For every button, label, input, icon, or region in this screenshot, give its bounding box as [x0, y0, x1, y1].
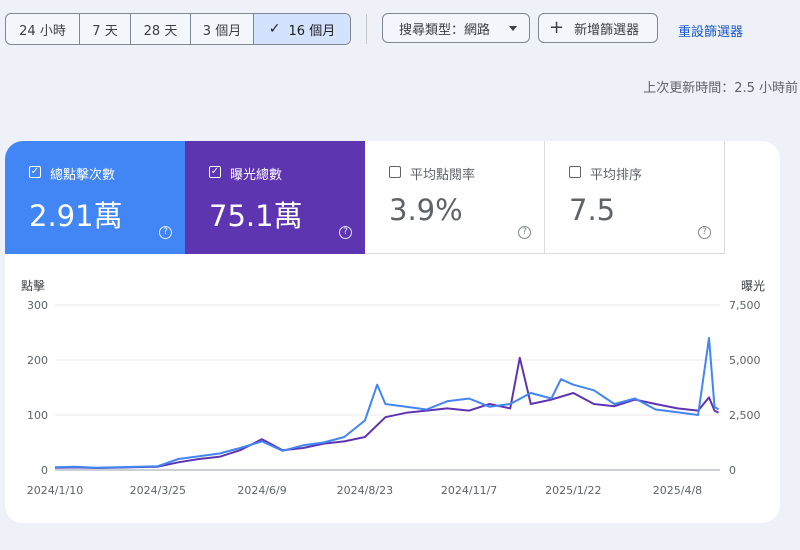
metric-label: 平均排序	[590, 168, 643, 183]
y-right-tick-label: 5,000	[729, 354, 761, 367]
x-tick-label: 2024/11/7	[441, 484, 497, 497]
y-left-tick-label: 0	[41, 464, 48, 477]
performance-chart: 點擊 曝光 0 100 200 300 0 2,500 5,000 7,500 2024/1/10 2…	[5, 265, 780, 515]
range-label: 7 天	[92, 23, 118, 39]
checkbox-unchecked-icon[interactable]	[389, 166, 401, 178]
range-24h-button[interactable]: 24 小時	[6, 14, 80, 44]
metric-label: 平均點閱率	[410, 168, 476, 183]
y-left-tick-label: 200	[27, 354, 48, 367]
line-chart: 點擊 曝光 0 100 200 300 0 2,500 5,000 7,500 2024/1/10 2…	[21, 278, 765, 497]
metric-tile-clicks[interactable]: ✓ 總點擊次數 2.91萬 ?	[5, 141, 185, 254]
y-right-tick-label: 7,500	[729, 299, 761, 312]
checkbox-checked-icon[interactable]: ✓	[29, 166, 41, 178]
dropdown-caret-icon	[509, 26, 517, 31]
add-filter-button[interactable]: + 新增篩選器	[538, 13, 658, 43]
search-type-label: 搜尋類型：網路	[399, 22, 491, 38]
range-label: 16 個月	[288, 23, 336, 39]
date-range-selector: 24 小時 7 天 28 天 3 個月 ✓ 16 個月	[5, 13, 351, 45]
help-icon[interactable]: ?	[698, 226, 711, 239]
metric-value: 2.91萬	[29, 199, 123, 233]
metric-tile-impressions[interactable]: ✓ 曝光總數 75.1萬 ?	[185, 141, 365, 254]
y-left-axis-title: 點擊	[21, 278, 45, 293]
x-tick-label: 2025/4/8	[653, 484, 702, 497]
checkbox-unchecked-icon[interactable]	[569, 166, 581, 178]
metric-label: 總點擊次數	[50, 168, 116, 183]
y-right-axis-title: 曝光	[741, 279, 765, 293]
checkbox-checked-icon[interactable]: ✓	[209, 166, 221, 178]
last-updated-text: 上次更新時間：2.5 小時前	[643, 81, 798, 96]
y-right-tick-label: 0	[729, 464, 736, 477]
help-icon[interactable]: ?	[518, 226, 531, 239]
metric-value: 3.9%	[389, 193, 463, 227]
range-28d-button[interactable]: 28 天	[131, 14, 191, 44]
range-3m-button[interactable]: 3 個月	[191, 14, 254, 44]
search-type-dropdown[interactable]: 搜尋類型：網路	[382, 13, 530, 43]
y-left-tick-label: 300	[27, 299, 48, 312]
impressions-series-line	[54, 356, 720, 469]
metric-value: 7.5	[569, 193, 616, 227]
plus-icon: +	[549, 17, 565, 38]
metric-label: 曝光總數	[230, 168, 283, 183]
y-right-tick-label: 2,500	[729, 409, 761, 422]
toolbar: 24 小時 7 天 28 天 3 個月 ✓ 16 個月	[5, 13, 351, 45]
metric-value: 75.1萬	[209, 199, 303, 233]
clicks-series-line	[54, 337, 720, 469]
metric-tile-position[interactable]: 平均排序 7.5 ?	[545, 141, 725, 254]
help-icon[interactable]: ?	[339, 226, 352, 239]
range-label: 24 小時	[19, 23, 66, 39]
toolbar-divider	[366, 14, 367, 44]
y-left-tick-label: 100	[27, 409, 48, 422]
help-icon[interactable]: ?	[159, 226, 172, 239]
range-label: 3 個月	[202, 23, 242, 39]
x-tick-label: 2024/8/23	[337, 484, 393, 497]
range-7d-button[interactable]: 7 天	[80, 14, 131, 44]
range-16m-button[interactable]: ✓ 16 個月	[254, 14, 350, 44]
x-tick-label: 2025/1/22	[545, 484, 601, 497]
add-filter-label: 新增篩選器	[574, 22, 640, 38]
reset-filter-link[interactable]: 重設篩選器	[678, 21, 743, 40]
metric-tile-ctr[interactable]: 平均點閱率 3.9% ?	[365, 141, 545, 254]
x-tick-label: 2024/3/25	[130, 484, 186, 497]
check-icon: ✓	[268, 21, 281, 37]
range-label: 28 天	[143, 23, 178, 39]
x-tick-label: 2024/6/9	[237, 484, 286, 497]
x-tick-label: 2024/1/10	[27, 484, 83, 497]
metric-tiles: ✓ 總點擊次數 2.91萬 ? ✓ 曝光總數 75.1萬 ? 平均點閱率 3.9…	[5, 141, 725, 254]
